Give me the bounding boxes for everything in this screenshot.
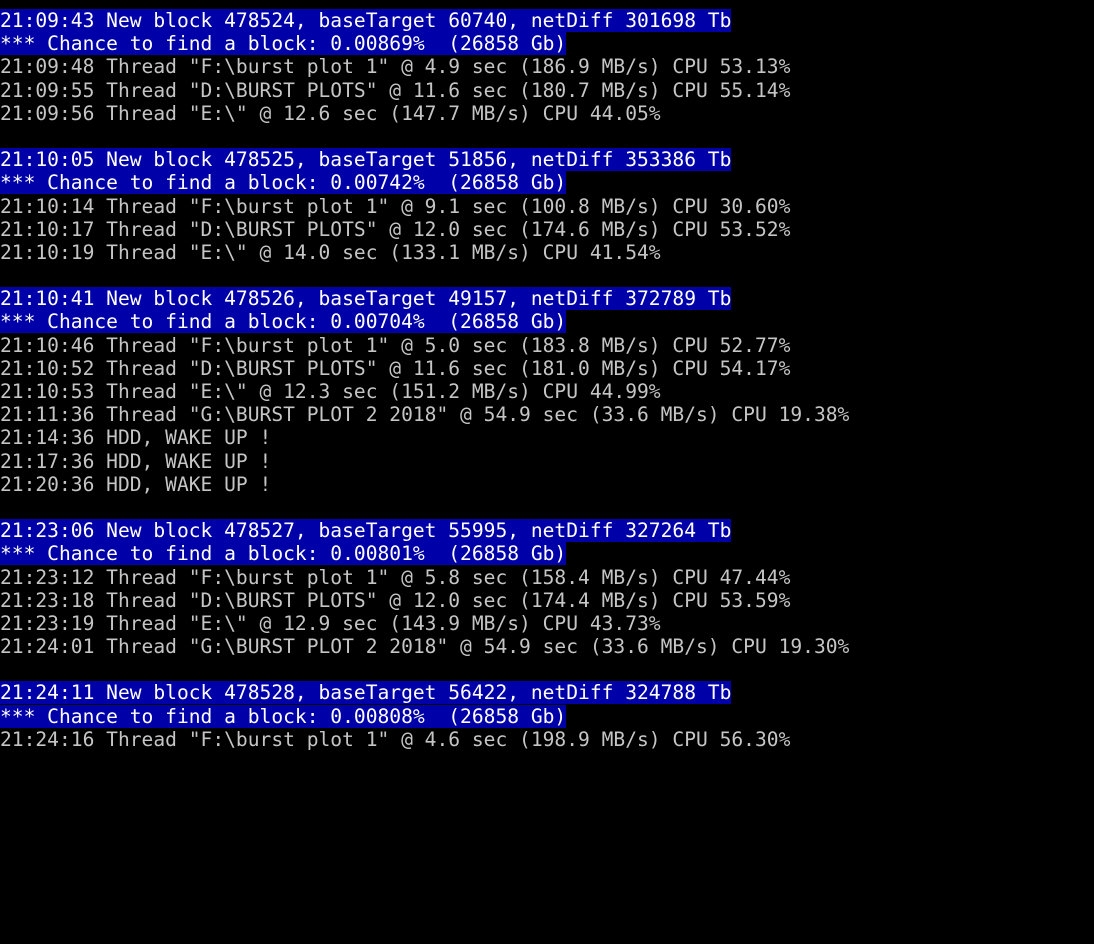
console-log-line: 21:20:36 HDD, WAKE UP ! bbox=[0, 473, 1094, 496]
console-line-text: 21:24:16 Thread "F:\burst plot 1" @ 4.6 … bbox=[0, 727, 791, 751]
console-log-line: 21:17:36 HDD, WAKE UP ! bbox=[0, 450, 1094, 473]
console-log-line: 21:14:36 HDD, WAKE UP ! bbox=[0, 426, 1094, 449]
console-log-line: 21:23:19 Thread "E:\" @ 12.9 sec (143.9 … bbox=[0, 612, 1094, 635]
console-log-line: 21:10:14 Thread "F:\burst plot 1" @ 9.1 … bbox=[0, 195, 1094, 218]
console-new-block-line: 21:10:41 New block 478526, baseTarget 49… bbox=[0, 287, 1094, 311]
console-line-text: *** Chance to find a block: 0.00742% (26… bbox=[0, 171, 567, 195]
console-line-text: 21:09:56 Thread "E:\" @ 12.6 sec (147.7 … bbox=[0, 101, 661, 125]
console-line-text: 21:10:53 Thread "E:\" @ 12.3 sec (151.2 … bbox=[0, 380, 661, 403]
console-new-block-line: 21:09:43 New block 478524, baseTarget 60… bbox=[0, 9, 1094, 32]
console-line-text: *** Chance to find a block: 0.00704% (26… bbox=[0, 310, 567, 334]
console-chance-line: *** Chance to find a block: 0.00704% (26… bbox=[0, 310, 1094, 334]
console-log-line: 21:23:18 Thread "D:\BURST PLOTS" @ 12.0 … bbox=[0, 589, 1094, 612]
console-line-text: 21:10:14 Thread "F:\burst plot 1" @ 9.1 … bbox=[0, 194, 791, 218]
console-log-line: 21:10:17 Thread "D:\BURST PLOTS" @ 12.0 … bbox=[0, 218, 1094, 241]
console-line-text: *** Chance to find a block: 0.00808% (26… bbox=[0, 704, 567, 728]
console-log-line: 21:11:36 Thread "G:\BURST PLOT 2 2018" @… bbox=[0, 403, 1094, 426]
console-line-text: 21:23:18 Thread "D:\BURST PLOTS" @ 12.0 … bbox=[0, 588, 791, 612]
console-line-text: 21:10:46 Thread "F:\burst plot 1" @ 5.0 … bbox=[0, 333, 791, 357]
console-log-line: 21:10:19 Thread "E:\" @ 14.0 sec (133.1 … bbox=[0, 241, 1094, 264]
console-new-block-line: 21:24:11 New block 478528, baseTarget 56… bbox=[0, 681, 1094, 705]
console-line-text: 21:24:11 New block 478528, baseTarget 56… bbox=[0, 681, 732, 705]
console-chance-line: *** Chance to find a block: 0.00869% (26… bbox=[0, 32, 1094, 56]
console-line-text: 21:17:36 HDD, WAKE UP ! bbox=[0, 449, 272, 473]
console-chance-line: *** Chance to find a block: 0.00801% (26… bbox=[0, 542, 1094, 566]
console-line-text: 21:10:17 Thread "D:\BURST PLOTS" @ 12.0 … bbox=[0, 217, 791, 241]
console-line-text: 21:23:06 New block 478527, baseTarget 55… bbox=[0, 519, 732, 543]
console-new-block-line: 21:10:05 New block 478525, baseTarget 51… bbox=[0, 148, 1094, 172]
console-chance-line: *** Chance to find a block: 0.00742% (26… bbox=[0, 171, 1094, 195]
console-log-line: 21:10:46 Thread "F:\burst plot 1" @ 5.0 … bbox=[0, 334, 1094, 357]
console-log-line: 21:24:16 Thread "F:\burst plot 1" @ 4.6 … bbox=[0, 728, 1094, 751]
console-log-line: 21:23:12 Thread "F:\burst plot 1" @ 5.8 … bbox=[0, 566, 1094, 589]
console-line-text: 21:24:01 Thread "G:\BURST PLOT 2 2018" @… bbox=[0, 635, 850, 659]
console-log-line: 21:24:01 Thread "G:\BURST PLOT 2 2018" @… bbox=[0, 635, 1094, 658]
console-line-text: 21:14:36 HDD, WAKE UP ! bbox=[0, 426, 272, 450]
console-line-text: 21:23:19 Thread "E:\" @ 12.9 sec (143.9 … bbox=[0, 611, 661, 635]
console-line-text: 21:09:48 Thread "F:\burst plot 1" @ 4.9 … bbox=[0, 55, 791, 79]
console-log-line: 21:09:48 Thread "F:\burst plot 1" @ 4.9 … bbox=[0, 55, 1094, 78]
console-log-line: 21:09:55 Thread "D:\BURST PLOTS" @ 11.6 … bbox=[0, 79, 1094, 102]
console-line-text: 21:10:41 New block 478526, baseTarget 49… bbox=[0, 287, 732, 311]
terminal-console[interactable]: 21:09:43 New block 478524, baseTarget 60… bbox=[0, 0, 1094, 944]
console-log-line: 21:10:52 Thread "D:\BURST PLOTS" @ 11.6 … bbox=[0, 357, 1094, 380]
console-new-block-line: 21:23:06 New block 478527, baseTarget 55… bbox=[0, 519, 1094, 543]
console-line-text: *** Chance to find a block: 0.00801% (26… bbox=[0, 542, 567, 566]
console-line-text: 21:20:36 HDD, WAKE UP ! bbox=[0, 472, 272, 496]
console-line-text: *** Chance to find a block: 0.00869% (26… bbox=[0, 32, 567, 56]
console-line-text: 21:09:55 Thread "D:\BURST PLOTS" @ 11.6 … bbox=[0, 78, 791, 102]
console-log-line: 21:09:56 Thread "E:\" @ 12.6 sec (147.7 … bbox=[0, 102, 1094, 125]
console-line-text: 21:10:19 Thread "E:\" @ 14.0 sec (133.1 … bbox=[0, 240, 661, 264]
console-line-text: 21:10:05 New block 478525, baseTarget 51… bbox=[0, 148, 732, 172]
console-line-text: 21:09:43 New block 478524, baseTarget 60… bbox=[0, 9, 732, 32]
console-chance-line: *** Chance to find a block: 0.00808% (26… bbox=[0, 704, 1094, 728]
console-log-line: 21:10:53 Thread "E:\" @ 12.3 sec (151.2 … bbox=[0, 380, 1094, 403]
console-line-text: 21:11:36 Thread "G:\BURST PLOT 2 2018" @… bbox=[0, 403, 850, 427]
console-line-text: 21:10:52 Thread "D:\BURST PLOTS" @ 11.6 … bbox=[0, 356, 791, 380]
console-line-text: 21:23:12 Thread "F:\burst plot 1" @ 5.8 … bbox=[0, 565, 791, 589]
